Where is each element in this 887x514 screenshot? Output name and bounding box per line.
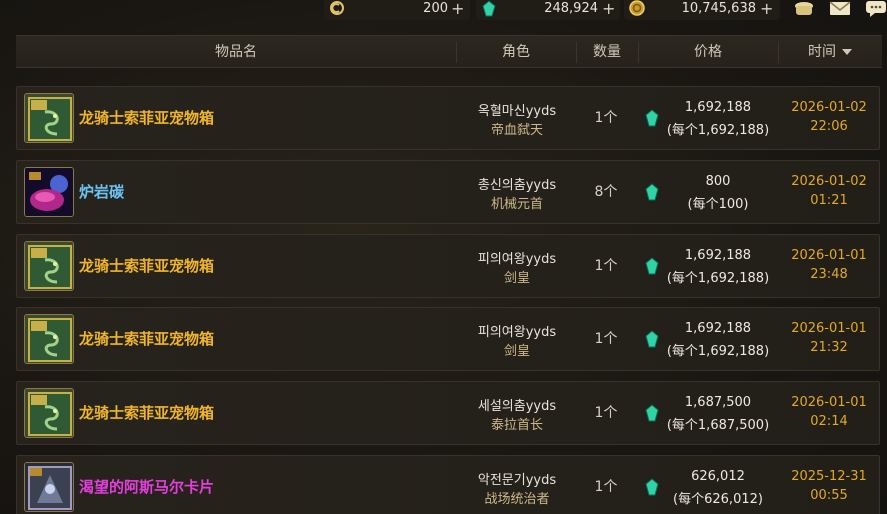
quantity: 1个: [594, 110, 618, 126]
header-price[interactable]: 价格: [638, 36, 778, 69]
card-icon[interactable]: [24, 462, 74, 512]
seller-class: 剑皇: [503, 344, 530, 359]
seller-class: 帝血弑天: [490, 123, 543, 138]
quantity: 1个: [594, 331, 618, 347]
table-row[interactable]: 龙骑士索菲亚宠物箱 피의여왕yyds 剑皇 1个 1,692,188 (每个1,692,1…: [16, 307, 880, 371]
quantity: 1个: [594, 479, 618, 495]
coin-icon: [328, 0, 346, 18]
price-per-unit: (每个626,012): [673, 492, 763, 507]
coin-value: 200: [423, 1, 448, 16]
seller-class: 战场统治者: [484, 492, 550, 507]
gem-icon: [480, 0, 498, 18]
table-row[interactable]: 龙骑士索菲亚宠物箱 옥혈마신yyds 帝血弑天 1个 1,692,188 (每个1,692…: [16, 86, 880, 150]
seller-class: 剑皇: [503, 271, 530, 286]
table-row[interactable]: 龙骑士索菲亚宠物箱 피의여왕yyds 剑皇 1个 1,692,188 (每个1,692,1…: [16, 234, 880, 298]
seller-name: 옥혈마신yyds: [477, 104, 557, 119]
sale-date: 2026-01-01: [791, 395, 867, 410]
pet-box-icon[interactable]: [24, 314, 74, 364]
sort-desc-icon: [842, 49, 852, 55]
sale-date: 2026-01-01: [791, 321, 867, 336]
mail-icon[interactable]: [828, 0, 852, 18]
item-name: 龙骑士索菲亚宠物箱: [79, 109, 215, 127]
currency-bar: 200 + 248,924 + 10,745,638 +: [0, 0, 887, 22]
seller-name: 총신의춤yyds: [477, 178, 557, 193]
seller-class: 泰拉首长: [490, 418, 543, 433]
pet-box-icon[interactable]: [24, 388, 74, 438]
item-name: 龙骑士索菲亚宠物箱: [79, 404, 215, 422]
gem-value: 248,924: [544, 1, 598, 16]
table-row[interactable]: 炉岩碳 총신의춤yyds 机械元首 8个 800 (每个100) 2026-01-02 01:…: [16, 160, 880, 224]
seller-name: 악전문기yyds: [477, 473, 557, 488]
chat-icon[interactable]: [864, 0, 887, 18]
sale-time: 02:14: [810, 414, 848, 429]
seller-name: 세설의춤yyds: [477, 399, 557, 414]
treasure-pot-icon[interactable]: [792, 0, 816, 18]
seller-name: 피의여왕yyds: [477, 252, 557, 267]
coin-currency: 200 +: [324, 0, 470, 20]
gold-currency: 10,745,638 +: [624, 0, 780, 20]
price-per-unit: (每个1,687,500): [666, 418, 770, 433]
seller-name: 피의여왕yyds: [477, 325, 557, 340]
quantity: 1个: [594, 258, 618, 274]
quantity: 8个: [594, 184, 618, 200]
sale-time: 00:55: [810, 488, 848, 503]
lava-carbon-icon[interactable]: [24, 167, 74, 217]
gold-value: 10,745,638: [681, 1, 756, 16]
gold-coin-icon: [628, 0, 646, 18]
sale-date: 2026-01-02: [791, 174, 867, 189]
gem-currency: 248,924 +: [476, 0, 620, 20]
sale-date: 2026-01-02: [791, 100, 867, 115]
price-total: 1,692,188: [684, 321, 752, 336]
price-per-unit: (每个1,692,188): [666, 344, 770, 359]
sale-date: 2026-01-01: [791, 248, 867, 263]
price-total: 1,692,188: [684, 248, 752, 263]
item-name: 龙骑士索菲亚宠物箱: [79, 257, 215, 275]
pet-box-icon[interactable]: [24, 241, 74, 291]
header-quantity[interactable]: 数量: [576, 36, 638, 69]
pet-box-icon[interactable]: [24, 93, 74, 143]
seller-class: 机械元首: [490, 197, 543, 212]
auction-history-page: 200 + 248,924 + 10,745,638 + 物品名 角色 数量 价…: [0, 0, 887, 514]
header-time-sort[interactable]: 时间: [778, 36, 882, 69]
header-role[interactable]: 角色: [456, 36, 576, 69]
add-gold-button[interactable]: +: [760, 0, 773, 18]
table-row[interactable]: 龙骑士索菲亚宠物箱 세설의춤yyds 泰拉首长 1个 1,687,500 (每个1,687…: [16, 381, 880, 445]
item-name: 炉岩碳: [79, 183, 125, 201]
item-name: 渴望的阿斯马尔卡片: [79, 478, 215, 496]
add-gem-button[interactable]: +: [602, 0, 615, 18]
sale-date: 2025-12-31: [791, 469, 867, 484]
header-time: 时间: [808, 44, 836, 60]
add-coin-button[interactable]: +: [451, 0, 464, 18]
price-total: 626,012: [691, 469, 745, 484]
price-total: 800: [705, 174, 731, 189]
table-row[interactable]: 渴望的阿斯马尔卡片 악전문기yyds 战场统治者 1个 626,012 (每个626,01…: [16, 455, 880, 514]
price-per-unit: (每个100): [687, 197, 749, 212]
sale-time: 01:21: [810, 193, 848, 208]
table-header: 物品名 角色 数量 价格 时间: [16, 35, 882, 68]
quantity: 1个: [594, 405, 618, 421]
price-total: 1,687,500: [684, 395, 752, 410]
price-per-unit: (每个1,692,188): [666, 271, 770, 286]
sale-time: 23:48: [810, 267, 848, 282]
sale-time: 22:06: [810, 119, 848, 134]
sale-time: 21:32: [810, 340, 848, 355]
item-name: 龙骑士索菲亚宠物箱: [79, 330, 215, 348]
price-total: 1,692,188: [684, 100, 752, 115]
price-per-unit: (每个1,692,188): [666, 123, 770, 138]
header-item-name[interactable]: 物品名: [16, 36, 456, 69]
